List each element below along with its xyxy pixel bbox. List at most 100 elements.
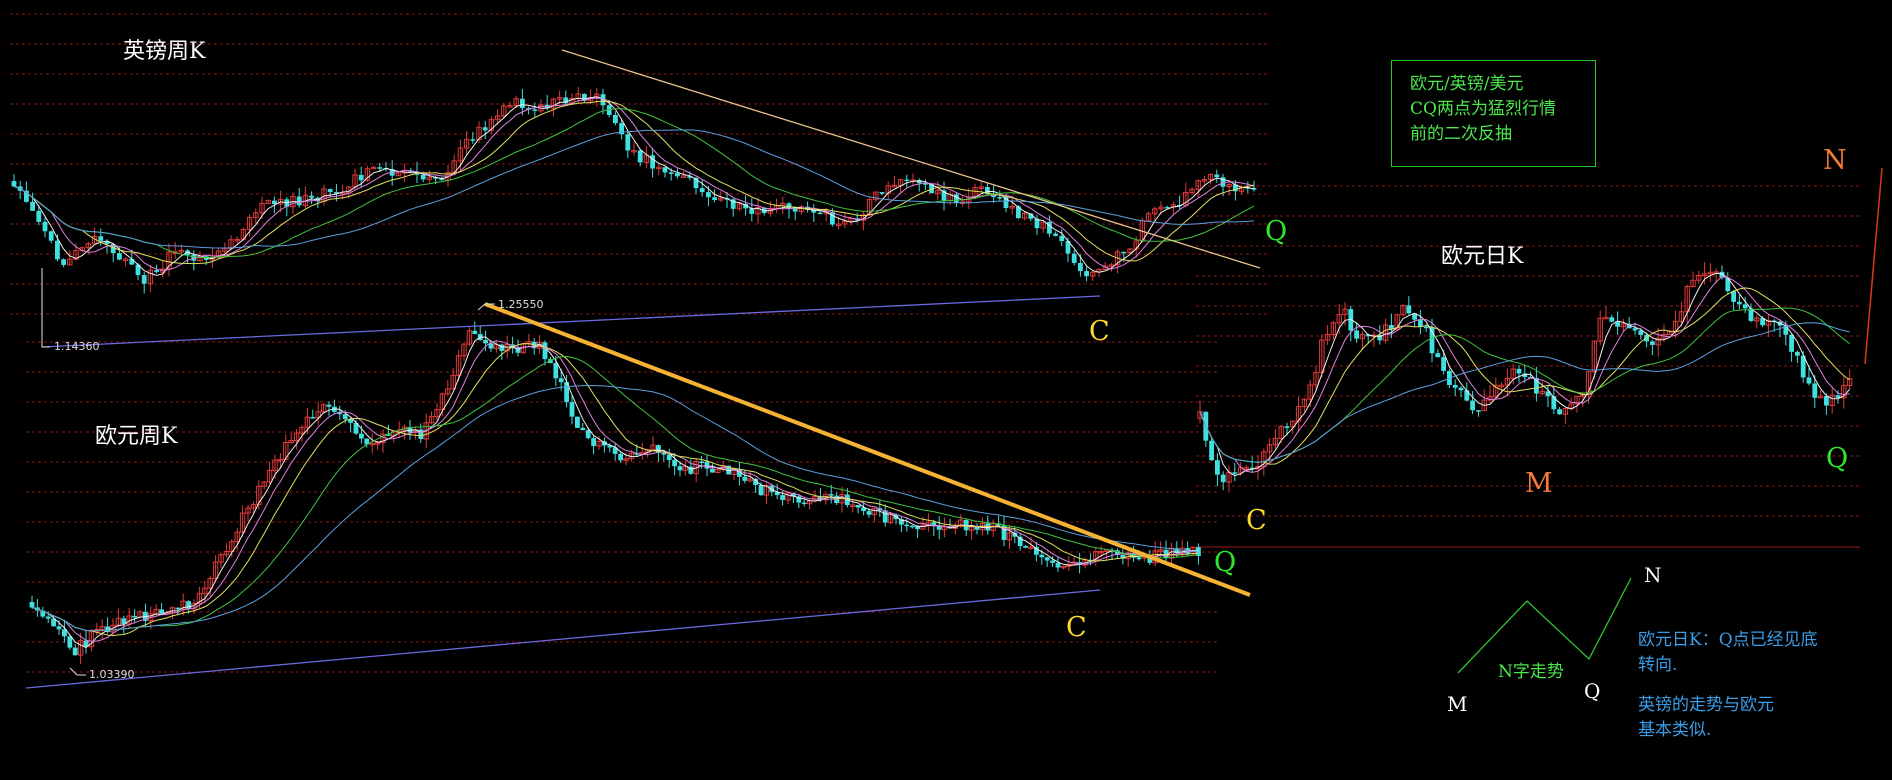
diagram-q-label: Q — [1584, 679, 1601, 703]
diagram-m-label: M — [1447, 692, 1468, 716]
candle-body — [677, 466, 683, 471]
candle-body — [1055, 562, 1061, 568]
candle-body — [272, 200, 277, 205]
candle-body — [879, 192, 885, 194]
candle-body — [954, 194, 959, 203]
candle-body — [186, 601, 191, 609]
gbp-support-trendline — [41, 295, 1101, 348]
candle-body — [569, 402, 575, 417]
candle-body — [712, 197, 717, 201]
candle-body — [98, 236, 104, 241]
gbp-weekly-chart — [11, 86, 1257, 294]
candle-body — [637, 150, 643, 163]
candle-body — [1441, 357, 1446, 371]
candle-body — [36, 210, 42, 222]
eur-low-marker-line — [69, 667, 86, 676]
candle-body — [1017, 536, 1023, 547]
daily-n-arrow-line — [1864, 167, 1883, 365]
candle-body — [1458, 387, 1464, 391]
candle-body — [1136, 557, 1142, 560]
note-2-line-2: 基本类似. — [1638, 720, 1712, 740]
candle-body — [662, 167, 668, 173]
chart-canvas — [10, 13, 1883, 689]
candle-body — [159, 609, 164, 614]
candle-body — [1354, 330, 1359, 339]
gbp-low-marker-line — [41, 268, 50, 348]
candle-body — [327, 189, 333, 193]
candle-body — [1435, 353, 1441, 358]
candle-body — [1220, 474, 1226, 483]
moving-average-line — [1199, 272, 1850, 477]
eur-low-price-label: 1.03390 — [89, 668, 135, 681]
note-gbp-similar: 英镑的走势与欧元 基本类似. — [1638, 693, 1774, 743]
candle-body — [1209, 440, 1214, 461]
candle-body — [742, 476, 748, 481]
candle-body — [310, 417, 316, 419]
candle-body — [1632, 328, 1638, 331]
candle-body — [30, 201, 35, 211]
candle-body — [488, 343, 494, 349]
eur-daily-m-marker: M — [1525, 468, 1553, 499]
candle-body — [801, 502, 807, 505]
n-pattern-label: N字走势 — [1498, 662, 1564, 682]
candle-body — [1059, 235, 1065, 242]
candle-body — [1023, 546, 1028, 548]
eur-weekly-bold-trendline — [484, 302, 1251, 597]
candle-body — [72, 647, 78, 656]
note-1-line-1: 欧元日K：Q点已经见底 — [1638, 630, 1818, 650]
candle-body — [359, 433, 364, 439]
candle-body — [1516, 368, 1522, 374]
candle-body — [61, 259, 66, 265]
candle-body — [1824, 396, 1829, 406]
gbp-c-marker: C — [1089, 316, 1110, 347]
candle-body — [904, 524, 910, 527]
candle-body — [1284, 426, 1290, 428]
gbp-resistance-trendline — [561, 49, 1261, 269]
eur-daily-c-marker: C — [1246, 505, 1267, 536]
candle-body — [1789, 334, 1794, 352]
candle-body — [45, 616, 51, 619]
candle-body — [1650, 341, 1655, 345]
gbp-low-price-label: 1.14360 — [54, 340, 100, 353]
candle-body — [997, 197, 1003, 199]
candle-body — [613, 114, 618, 124]
candle-body — [650, 155, 655, 169]
candle-body — [580, 427, 586, 431]
candle-body — [904, 179, 910, 182]
candle-body — [855, 505, 861, 508]
candle-body — [358, 174, 364, 181]
candle-body — [1795, 351, 1800, 356]
info-line-1: 欧元/英镑/美元 — [1410, 74, 1524, 94]
candle-body — [48, 231, 54, 241]
candle-body — [680, 175, 687, 178]
candle-body — [866, 511, 872, 515]
candle-body — [377, 167, 383, 169]
candle-body — [1214, 174, 1220, 178]
candle-body — [792, 208, 798, 212]
candle-body — [758, 484, 764, 496]
candle-body — [1121, 251, 1127, 254]
candle-body — [154, 270, 159, 273]
candle-body — [817, 212, 823, 215]
candle-body — [625, 134, 631, 151]
candle-body — [1557, 409, 1562, 415]
candle-body — [520, 98, 525, 109]
candle-body — [532, 109, 538, 111]
eur-weekly-q-marker: Q — [1214, 547, 1237, 578]
candle-body — [699, 461, 704, 463]
candle-body — [780, 495, 785, 500]
candle-body — [1039, 554, 1045, 558]
candle-body — [618, 453, 623, 461]
candle-body — [117, 253, 122, 260]
candle-body — [672, 460, 677, 467]
eur-weekly-c-marker: C — [1066, 612, 1087, 643]
note-1-line-2: 转向. — [1638, 655, 1678, 675]
candle-body — [129, 258, 135, 265]
candle-body — [1464, 390, 1470, 401]
candle-body — [56, 626, 62, 630]
candle-body — [296, 196, 302, 206]
candle-body — [591, 438, 596, 446]
candle-body — [472, 330, 478, 334]
candle-body — [175, 607, 181, 610]
note-daily-q-bottom: 欧元日K：Q点已经见底 转向. — [1638, 628, 1818, 678]
